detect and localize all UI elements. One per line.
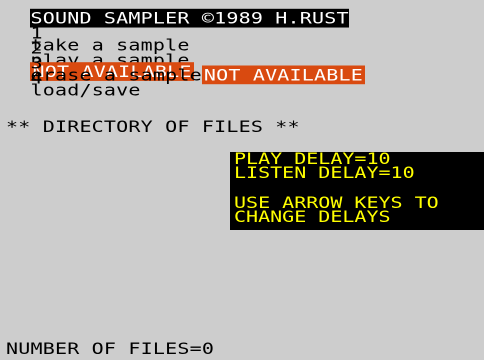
not-available-badge: NOT AVAILABLE [201,65,365,85]
listen-delay-value: LISTEN DELAY=10 [234,163,415,182]
delay-settings-panel: PLAY DELAY=10 LISTEN DELAY=10 USE ARROW … [230,151,484,230]
change-delays-hint: CHANGE DELAYS [234,207,391,226]
directory-heading: ** DIRECTORY OF FILES ** [6,117,300,136]
menu-item-label: load/save [30,80,141,100]
menu-item-load-save[interactable]: 4 load/save [6,61,141,97]
file-count-status: NUMBER OF FILES=0 [6,339,215,358]
